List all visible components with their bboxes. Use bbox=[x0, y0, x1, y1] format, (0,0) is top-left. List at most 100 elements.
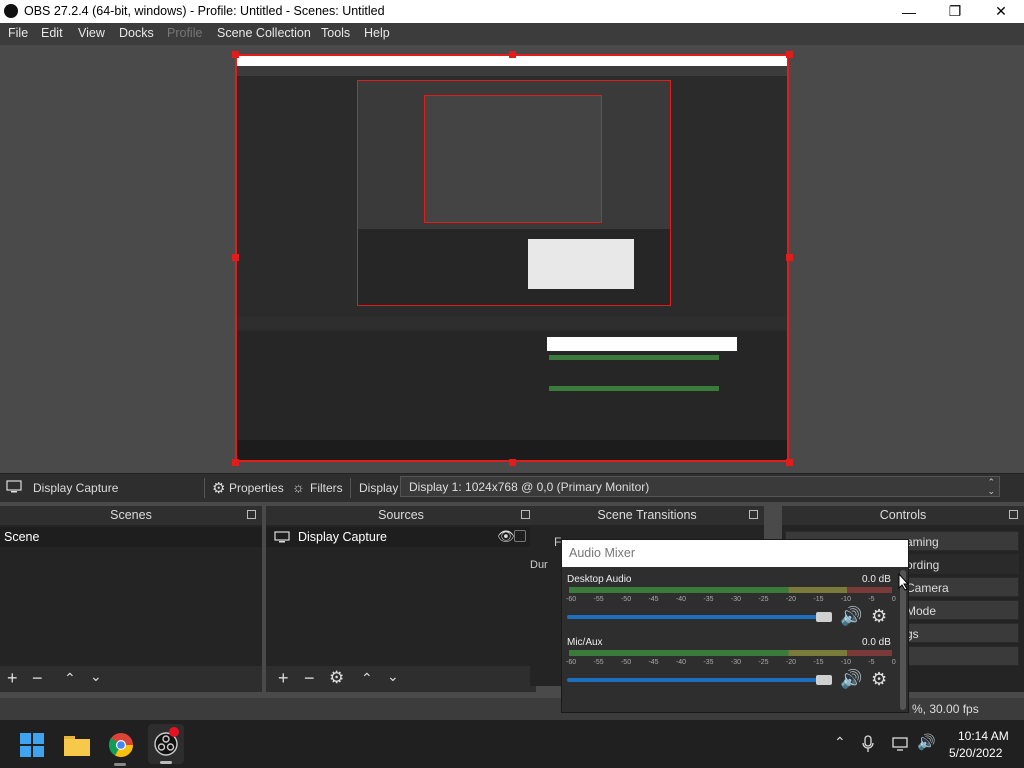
move-down-icon[interactable]: ⌄ bbox=[90, 668, 102, 685]
gear-icon[interactable]: ⚙ bbox=[871, 606, 887, 627]
nested-docks-lower bbox=[237, 331, 787, 441]
move-up-icon[interactable]: ⌃ bbox=[361, 670, 373, 687]
menu-tools[interactable]: Tools bbox=[321, 26, 350, 40]
speaker-icon[interactable]: 🔊 bbox=[840, 669, 862, 690]
visibility-eye-icon[interactable]: 👁 bbox=[497, 528, 515, 545]
resize-handle[interactable] bbox=[509, 459, 516, 466]
monitor-icon bbox=[6, 480, 22, 494]
scenes-dock-title: Scenes bbox=[110, 508, 152, 522]
filters-button[interactable]: Filters bbox=[310, 481, 343, 495]
chevron-updown-icon: ⌃ ⌄ bbox=[987, 477, 995, 496]
display-select-value: Display 1: 1024x768 @ 0,0 (Primary Monit… bbox=[409, 480, 650, 494]
cpu-fps-status: %, 30.00 fps bbox=[912, 702, 979, 716]
maximize-icon[interactable]: ❐ bbox=[932, 0, 978, 23]
menu-file[interactable]: File bbox=[8, 26, 28, 40]
move-down-icon[interactable]: ⌄ bbox=[387, 668, 399, 685]
menu-help[interactable]: Help bbox=[364, 26, 390, 40]
clock-time[interactable]: 10:14 AM bbox=[958, 729, 1009, 743]
gear-icon[interactable]: ⚙ bbox=[329, 668, 344, 688]
scenes-toolbar: + − ⌃ ⌄ bbox=[0, 666, 262, 692]
clock-date[interactable]: 5/20/2022 bbox=[949, 746, 1002, 760]
volume-slider-handle[interactable] bbox=[816, 612, 832, 622]
file-explorer-icon[interactable] bbox=[64, 734, 90, 756]
windows-start-icon[interactable] bbox=[20, 733, 44, 757]
menu-docks[interactable]: Docks bbox=[119, 26, 154, 40]
remove-icon[interactable]: − bbox=[32, 668, 43, 689]
scene-item-label: Scene bbox=[4, 530, 40, 544]
tick-label: -5 bbox=[868, 659, 875, 666]
tick-label: 0 bbox=[891, 659, 896, 666]
remove-icon[interactable]: − bbox=[304, 668, 315, 689]
menu-profile[interactable]: Profile bbox=[167, 26, 202, 40]
resize-handle[interactable] bbox=[232, 459, 239, 466]
audio-mixer-window[interactable]: Audio Mixer Desktop Audio 0.0 dB -60 -55 -… bbox=[561, 539, 909, 713]
tick-label: -50 bbox=[620, 659, 632, 666]
add-icon[interactable]: + bbox=[7, 668, 18, 689]
mouse-cursor-icon bbox=[898, 573, 910, 591]
add-icon[interactable]: + bbox=[278, 668, 289, 689]
tick-label: -60 bbox=[566, 596, 577, 603]
sources-dock-header: Sources bbox=[266, 506, 536, 525]
obs-taskbar-button[interactable] bbox=[148, 724, 184, 764]
nested-mixer-head bbox=[547, 337, 737, 351]
nested-meter bbox=[549, 355, 719, 360]
volume-icon[interactable]: 🔊 bbox=[917, 733, 936, 751]
close-icon[interactable]: ✕ bbox=[978, 0, 1024, 23]
sources-toolbar: + − ⚙ ⌃ ⌄ bbox=[266, 666, 536, 692]
tick-label: -20 bbox=[785, 596, 796, 603]
tick-label: -35 bbox=[703, 659, 714, 666]
volume-slider[interactable] bbox=[567, 615, 827, 619]
menu-edit[interactable]: Edit bbox=[41, 26, 63, 40]
tick-label: 0 bbox=[891, 596, 896, 603]
title-bar: OBS 27.2.4 (64-bit, windows) - Profile: … bbox=[0, 0, 1024, 23]
filter-icon[interactable]: ☼ bbox=[292, 479, 305, 495]
tick-label: -15 bbox=[813, 659, 824, 666]
microphone-icon[interactable] bbox=[862, 735, 874, 753]
preview-canvas[interactable] bbox=[235, 54, 789, 462]
resize-handle[interactable] bbox=[232, 51, 239, 58]
move-up-icon[interactable]: ⌃ bbox=[64, 670, 76, 687]
source-list-item[interactable]: Display Capture 👁 bbox=[266, 527, 536, 547]
channel-db: 0.0 dB bbox=[862, 637, 891, 648]
properties-button[interactable]: Properties bbox=[229, 481, 284, 495]
gear-icon[interactable]: ⚙ bbox=[871, 669, 887, 690]
float-icon[interactable] bbox=[1009, 510, 1018, 519]
lock-icon[interactable] bbox=[514, 530, 526, 542]
volume-slider[interactable] bbox=[567, 678, 827, 682]
minimize-icon[interactable]: — bbox=[886, 0, 932, 23]
nested-taskbar bbox=[237, 440, 787, 460]
float-icon[interactable] bbox=[247, 510, 256, 519]
menu-scene-collection[interactable]: Scene Collection bbox=[217, 26, 311, 40]
channel-name: Mic/Aux bbox=[567, 637, 603, 648]
volume-slider-handle[interactable] bbox=[816, 675, 832, 685]
sources-dock-title: Sources bbox=[378, 508, 424, 522]
menu-view[interactable]: View bbox=[78, 26, 105, 40]
volume-meter bbox=[569, 587, 892, 593]
tick-label: -45 bbox=[648, 596, 659, 603]
float-icon[interactable] bbox=[749, 510, 758, 519]
resize-handle[interactable] bbox=[786, 459, 793, 466]
float-icon[interactable] bbox=[521, 510, 530, 519]
nested-docks bbox=[358, 229, 670, 305]
scene-list-item[interactable]: Scene bbox=[0, 527, 262, 547]
speaker-icon[interactable]: 🔊 bbox=[840, 606, 862, 627]
resize-handle[interactable] bbox=[786, 254, 793, 261]
volume-meter bbox=[569, 650, 892, 656]
mixer-scrollbar[interactable] bbox=[900, 570, 906, 710]
chrome-icon[interactable] bbox=[108, 732, 134, 758]
studio-mode-label: Mode bbox=[906, 604, 937, 618]
resize-handle[interactable] bbox=[786, 51, 793, 58]
chevron-up-icon[interactable]: ⌃ bbox=[834, 734, 846, 751]
channel-name: Desktop Audio bbox=[567, 574, 632, 585]
network-icon[interactable] bbox=[892, 736, 910, 752]
transitions-dock-header: Scene Transitions bbox=[530, 506, 764, 525]
controls-dock-title: Controls bbox=[879, 508, 927, 522]
tick-label: -10 bbox=[840, 596, 851, 603]
audio-mixer-titlebar[interactable]: Audio Mixer bbox=[562, 540, 908, 567]
gear-icon[interactable]: ⚙ bbox=[212, 479, 225, 497]
tick-label: -15 bbox=[813, 596, 824, 603]
resize-handle[interactable] bbox=[509, 51, 516, 58]
source-item-label: Display Capture bbox=[298, 530, 387, 544]
display-select[interactable]: Display 1: 1024x768 @ 0,0 (Primary Monit… bbox=[400, 476, 1000, 497]
resize-handle[interactable] bbox=[232, 254, 239, 261]
